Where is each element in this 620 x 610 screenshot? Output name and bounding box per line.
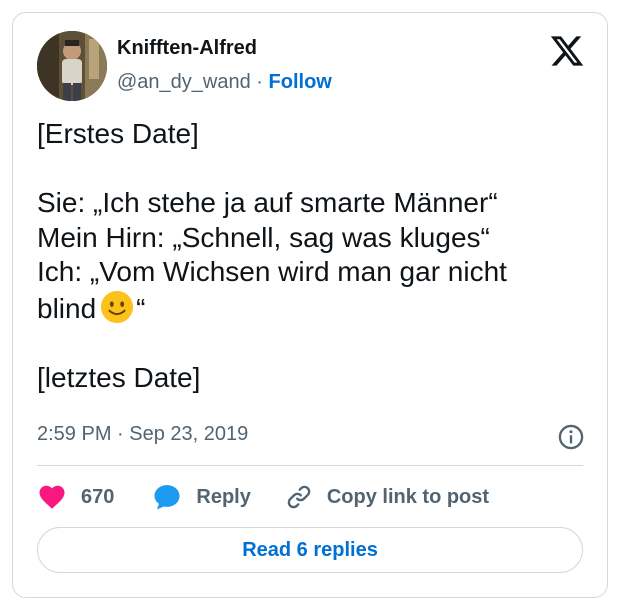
tweet-line: blind xyxy=(37,292,97,324)
copy-link-label: Copy link to post xyxy=(326,485,490,508)
read-replies-button[interactable]: Read 6 replies xyxy=(37,527,583,573)
slightly-smiling-face-icon xyxy=(101,290,134,323)
reply-bubble-icon xyxy=(154,485,180,510)
tweet-date[interactable]: Sep 23, 2019 xyxy=(129,423,248,445)
follow-button[interactable]: Follow xyxy=(269,71,332,93)
tweet-line: Mein Hirn: „Schnell, sag was kluges“ xyxy=(37,221,490,253)
read-replies-label: Read 6 replies xyxy=(242,538,378,561)
x-logo-icon[interactable] xyxy=(549,33,585,69)
like-button[interactable]: 670 xyxy=(37,482,114,512)
tweet-line: Sie: „Ich stehe ja auf smarte Männer“ xyxy=(37,187,498,218)
closing-quote: “ xyxy=(136,292,146,324)
avatar[interactable] xyxy=(37,31,107,101)
copy-link-button[interactable]: Copy link to post xyxy=(285,483,489,511)
action-bar: 670 Reply Copy link to post xyxy=(37,479,489,515)
reply-button[interactable]: Reply xyxy=(152,482,251,512)
tweet-line: [Erstes Date] xyxy=(37,118,199,149)
tweet-line-with-emoji: blind “ xyxy=(37,290,597,327)
tweet-line: Ich: „Vom Wichsen wird man gar nicht xyxy=(37,256,507,287)
info-icon[interactable] xyxy=(557,423,585,451)
heart-icon xyxy=(39,485,65,509)
author-handle-row: @an_dy_wand · Follow xyxy=(117,71,332,94)
divider xyxy=(37,465,583,466)
tweet-line: [letztes Date] xyxy=(37,361,201,393)
author-name[interactable]: Knifften-Alfred xyxy=(117,37,257,60)
reply-label: Reply xyxy=(196,485,251,508)
like-count: 670 xyxy=(81,485,115,508)
time-separator: · xyxy=(117,423,124,445)
tweet-time[interactable]: 2:59 PM xyxy=(37,423,111,445)
handle-separator: · xyxy=(256,71,263,93)
tweet-text: [Erstes Date] Sie: „Ich stehe ja auf sma… xyxy=(37,117,597,395)
timestamp[interactable]: 2:59 PM · Sep 23, 2019 xyxy=(37,423,248,446)
author-handle[interactable]: @an_dy_wand xyxy=(117,71,251,93)
tweet-card: Knifften-Alfred @an_dy_wand · Follow [Er… xyxy=(12,12,608,598)
link-icon xyxy=(287,485,311,509)
